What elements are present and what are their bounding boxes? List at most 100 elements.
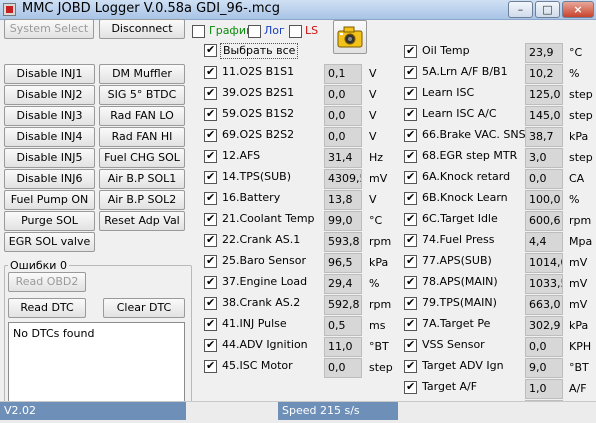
param-checkbox[interactable] — [404, 86, 417, 100]
param-value: 96,5 — [324, 253, 362, 273]
right-command-button[interactable]: Rad FAN LO — [99, 106, 185, 126]
param-value: 302,9 — [525, 316, 563, 336]
param-checkbox[interactable] — [404, 296, 417, 310]
param-value: 592,8 — [324, 295, 362, 315]
dtc-list[interactable]: No DTCs found — [8, 322, 185, 406]
param-checkbox[interactable] — [204, 317, 217, 331]
param-checkbox[interactable] — [404, 128, 417, 142]
right-command-button[interactable]: Air B.P SOL1 — [99, 169, 185, 189]
minimize-button[interactable]: – — [508, 1, 533, 18]
param-value: 29,4 — [324, 274, 362, 294]
param-checkbox[interactable] — [204, 86, 217, 100]
snapshot-button[interactable] — [333, 20, 367, 54]
read-obd2-button[interactable]: Read OBD2 — [8, 272, 86, 292]
left-command-button[interactable]: Disable INJ2 — [4, 85, 95, 105]
left-command-button[interactable]: Disable INJ4 — [4, 127, 95, 147]
ls-checkbox[interactable] — [289, 25, 302, 38]
param-checkbox[interactable] — [404, 65, 417, 79]
param-unit: rpm — [569, 214, 592, 227]
param-label: 7A.Target Pe — [422, 317, 491, 330]
param-checkbox[interactable] — [404, 380, 417, 394]
log-checkbox[interactable] — [248, 25, 261, 38]
param-checkbox[interactable] — [404, 317, 417, 331]
param-unit: step — [369, 361, 393, 374]
errors-group-title: Ошибки 0 — [8, 259, 69, 272]
param-label: 11.O2S B1S1 — [222, 65, 295, 78]
disconnect-button[interactable]: Disconnect — [99, 19, 185, 39]
maximize-button[interactable]: □ — [535, 1, 560, 18]
param-checkbox[interactable] — [204, 296, 217, 310]
param-checkbox[interactable] — [204, 338, 217, 352]
param-checkbox[interactable] — [404, 338, 417, 352]
param-value: 11,0 — [324, 337, 362, 357]
left-command-button[interactable]: Disable INJ6 — [4, 169, 95, 189]
param-checkbox[interactable] — [404, 275, 417, 289]
param-checkbox[interactable] — [404, 170, 417, 184]
param-checkbox[interactable] — [204, 212, 217, 226]
param-checkbox[interactable] — [204, 65, 217, 79]
read-dtc-button[interactable]: Read DTC — [8, 298, 86, 318]
right-command-button[interactable]: SIG 5° BTDC — [99, 85, 185, 105]
param-label: 22.Crank AS.1 — [222, 233, 301, 246]
close-button[interactable]: × — [562, 1, 594, 18]
param-label: 6C.Target Idle — [422, 212, 498, 225]
param-value: 600,6 — [525, 211, 563, 231]
param-label: 21.Coolant Temp — [222, 212, 315, 225]
param-checkbox[interactable] — [404, 359, 417, 373]
param-unit: Hz — [369, 151, 384, 164]
param-value: 1014,0 — [525, 253, 563, 273]
param-checkbox[interactable] — [204, 191, 217, 205]
param-unit: V — [369, 193, 377, 206]
select-all-checkbox[interactable] — [204, 43, 217, 57]
clear-dtc-button[interactable]: Clear DTC — [103, 298, 185, 318]
param-unit: °BT — [569, 361, 589, 374]
param-label: 39.O2S B2S1 — [222, 86, 295, 99]
param-label: 79.TPS(MAIN) — [422, 296, 497, 309]
graph-checkbox[interactable] — [192, 25, 205, 38]
param-label: 66.Brake VAC. SNSR — [422, 128, 534, 141]
system-select-button[interactable]: System Select — [4, 19, 94, 39]
param-unit: step — [569, 109, 593, 122]
ls-label: LS — [305, 24, 319, 37]
param-label: Oil Temp — [422, 44, 470, 57]
param-checkbox[interactable] — [204, 107, 217, 121]
param-checkbox[interactable] — [204, 275, 217, 289]
param-checkbox[interactable] — [404, 254, 417, 268]
param-checkbox[interactable] — [204, 233, 217, 247]
param-checkbox[interactable] — [204, 128, 217, 142]
param-checkbox[interactable] — [404, 191, 417, 205]
param-checkbox[interactable] — [204, 254, 217, 268]
right-command-button[interactable]: Fuel CHG SOL — [99, 148, 185, 168]
left-command-button[interactable]: Disable INJ3 — [4, 106, 95, 126]
left-command-button[interactable]: Purge SOL — [4, 211, 95, 231]
param-checkbox[interactable] — [404, 233, 417, 247]
param-label: 5A.Lrn A/F B/B1 — [422, 65, 508, 78]
param-checkbox[interactable] — [404, 212, 417, 226]
param-checkbox[interactable] — [404, 149, 417, 163]
param-unit: Mpa — [569, 235, 593, 248]
param-label: Learn ISC A/C — [422, 107, 497, 120]
param-label: 12.AFS — [222, 149, 261, 162]
right-command-button[interactable]: DM Muffler — [99, 64, 185, 84]
left-command-button[interactable]: Disable INJ5 — [4, 148, 95, 168]
param-unit: A/F — [569, 382, 587, 395]
left-command-button[interactable]: Disable INJ1 — [4, 64, 95, 84]
param-checkbox[interactable] — [204, 359, 217, 373]
param-unit: V — [369, 130, 377, 143]
param-checkbox[interactable] — [204, 170, 217, 184]
param-unit: mV — [569, 277, 588, 290]
log-label: Лог — [264, 24, 285, 37]
egr-sol-valve-button[interactable]: EGR SOL valve — [4, 232, 95, 252]
param-label: 44.ADV Ignition — [222, 338, 308, 351]
right-command-button[interactable]: Rad FAN HI — [99, 127, 185, 147]
status-version: V2.02 — [0, 402, 186, 420]
right-command-button[interactable]: Reset Adp Val — [99, 211, 185, 231]
right-command-button[interactable]: Air B.P SOL2 — [99, 190, 185, 210]
param-label: Learn ISC — [422, 86, 475, 99]
app-icon — [3, 3, 16, 16]
param-checkbox[interactable] — [404, 107, 417, 121]
left-command-button[interactable]: Fuel Pump ON — [4, 190, 95, 210]
param-checkbox[interactable] — [204, 149, 217, 163]
param-value: 0,1 — [324, 64, 362, 84]
param-checkbox[interactable] — [404, 44, 417, 58]
